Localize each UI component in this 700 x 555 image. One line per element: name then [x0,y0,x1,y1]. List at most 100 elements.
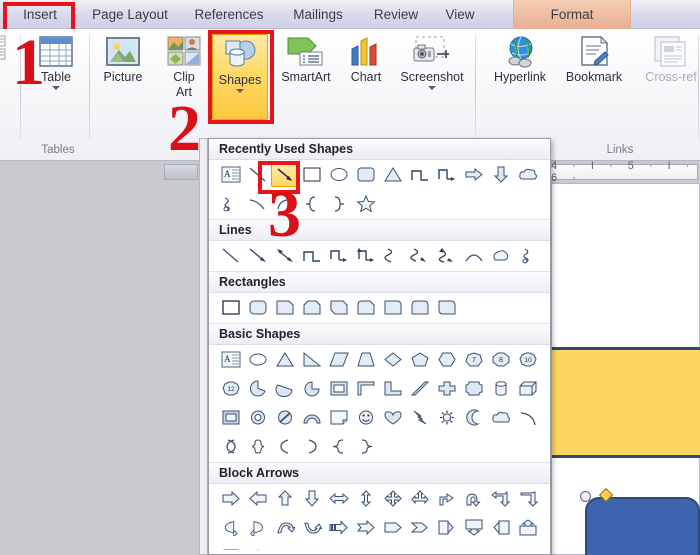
shape-text-box-2[interactable]: A [217,347,244,372]
document-shape-yellow-band[interactable] [552,347,700,458]
shape-cube[interactable] [514,376,541,401]
shape-left-brace[interactable] [298,191,325,216]
shape-right-arrow-callout[interactable] [433,515,460,540]
shape-down-arrow-callout[interactable] [460,515,487,540]
shape-curved-arrow-connector[interactable] [406,243,433,268]
shape-left-arrow-callout[interactable] [487,515,514,540]
shape-up-arrow-callout[interactable] [514,515,541,540]
shape-sun[interactable] [433,405,460,430]
shape-elbow-arrow-connector[interactable] [433,162,460,187]
shape-line-arrow[interactable] [271,162,298,187]
shape-bevel[interactable] [217,405,244,430]
shape-right-bracket-single[interactable] [298,434,325,459]
shape-partial-row-item-2[interactable] [244,544,271,550]
tab-references[interactable]: References [183,0,275,29]
shape-double-brace[interactable] [244,434,271,459]
shape-rounded-rectangle[interactable] [352,162,379,187]
shape-notched-right-arrow[interactable] [352,515,379,540]
shape-smiley-face[interactable] [352,405,379,430]
shape-parallelogram[interactable] [325,347,352,372]
tab-review[interactable]: Review [363,0,429,29]
shape-elbow-connector[interactable] [406,162,433,187]
tab-view[interactable]: View [434,0,486,29]
shape-cloud-2[interactable] [487,405,514,430]
shape-dodecagon[interactable]: 12 [217,376,244,401]
ribbon-button-cross-reference[interactable]: Cross-ref [634,35,700,84]
shape-half-frame[interactable] [352,376,379,401]
shape-line[interactable] [244,162,271,187]
shape-partial-row-item-3[interactable] [271,544,298,550]
shape-decagon[interactable]: 10 [514,347,541,372]
shape-arc[interactable] [271,191,298,216]
ribbon-button-bookmark[interactable]: Bookmark [556,35,632,84]
shape-cloud[interactable] [514,162,541,187]
shape-teardrop[interactable] [298,376,325,401]
screenshot-dropdown-caret[interactable] [428,86,436,90]
shape-no-symbol[interactable] [271,405,298,430]
shape-cross[interactable] [433,376,460,401]
shape-star-5-point[interactable] [352,191,379,216]
shape-snip-diagonal-corner[interactable] [325,295,352,320]
shape-right-brace-single[interactable] [352,434,379,459]
shape-block-right-arrow[interactable] [217,486,244,511]
shape-hexagon[interactable] [433,347,460,372]
shape-block-down-arrow[interactable] [298,486,325,511]
tab-insert[interactable]: Insert [8,0,72,29]
shape-donut[interactable] [244,405,271,430]
shape-partial-row-item-1[interactable] [217,544,244,550]
shape-u-turn-arrow[interactable] [460,486,487,511]
shape-striped-right-arrow[interactable] [325,515,352,540]
shape-trapezoid[interactable] [352,347,379,372]
shape-pie[interactable] [244,376,271,401]
shape-block-left-arrow[interactable] [244,486,271,511]
shape-left-bracket[interactable] [217,434,244,459]
shape-scribble[interactable] [514,243,541,268]
shape-oval[interactable] [325,162,352,187]
shape-chord[interactable] [271,376,298,401]
shape-curved-right-arrow[interactable] [217,515,244,540]
shape-freeform-2[interactable] [487,243,514,268]
shape-text-box[interactable]: A [217,162,244,187]
shape-moon[interactable] [460,405,487,430]
shape-right-arrow[interactable] [460,162,487,187]
shape-heptagon[interactable]: 7 [460,347,487,372]
shape-round-diagonal-corner[interactable] [433,295,460,320]
shape-elbow-arrow-connector-2[interactable] [325,243,352,268]
shape-L-shape[interactable] [379,376,406,401]
shape-down-arrow[interactable] [487,162,514,187]
shape-right-brace[interactable] [325,191,352,216]
shape-curved-down-arrow[interactable] [298,515,325,540]
ribbon-button-table[interactable]: Table [25,35,87,90]
shape-octagon[interactable]: 8 [487,347,514,372]
shape-curve-2[interactable] [460,243,487,268]
tab-mailings[interactable]: Mailings [280,0,356,29]
tab-page-layout[interactable]: Page Layout [80,0,180,29]
shape-can[interactable] [487,376,514,401]
shape-heart[interactable] [379,405,406,430]
shape-isosceles-triangle[interactable] [379,162,406,187]
shape-curved-double-arrow-connector[interactable] [433,243,460,268]
shape-lightning-bolt[interactable] [406,405,433,430]
ribbon-button-clip-art[interactable]: Clip Art [158,35,210,99]
shape-left-right-up-arrow[interactable] [406,486,433,511]
shape-rectangle[interactable] [298,162,325,187]
shape-line-double-arrow[interactable] [271,243,298,268]
shape-arc-2[interactable] [514,405,541,430]
shapes-gallery-dropdown[interactable]: Recently Used Shapes A Lines Rectangles … [208,138,551,555]
shape-curved-left-arrow[interactable] [244,515,271,540]
shape-rectangle-plain[interactable] [217,295,244,320]
shape-left-right-arrow[interactable] [325,486,352,511]
document-shape-blue-rounded-rect[interactable] [585,497,700,555]
shape-block-arc[interactable] [298,405,325,430]
shape-quad-arrow[interactable] [379,486,406,511]
shape-block-up-arrow[interactable] [271,486,298,511]
shape-left-up-arrow[interactable] [487,486,514,511]
shape-isosceles-triangle-2[interactable] [271,347,298,372]
shape-curved-up-arrow[interactable] [271,515,298,540]
shape-chevron[interactable] [406,515,433,540]
shape-round-single-corner[interactable] [379,295,406,320]
shape-oval-2[interactable] [244,347,271,372]
shape-snip-and-round-corner[interactable] [352,295,379,320]
shape-resize-handle[interactable] [580,491,591,502]
shape-elbow-double-arrow-connector[interactable] [352,243,379,268]
